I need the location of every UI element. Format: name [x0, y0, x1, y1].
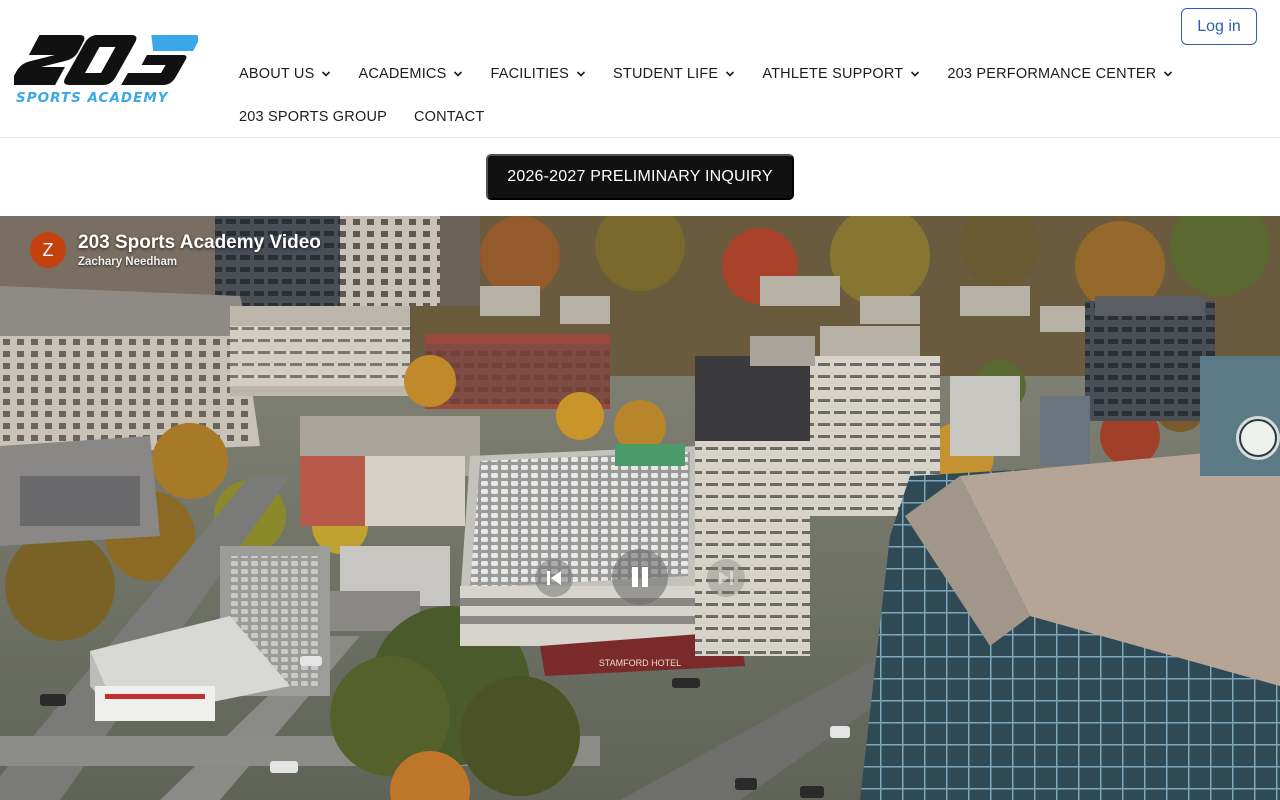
nav-label: 203 SPORTS GROUP: [239, 109, 387, 125]
next-button[interactable]: [707, 559, 745, 597]
previous-button[interactable]: [535, 559, 573, 597]
pause-button[interactable]: [612, 549, 668, 605]
primary-nav: ABOUT US ACADEMICS FACILITIES STUDENT LI…: [239, 66, 1200, 82]
logo-tagline: SPORTS ACADEMY: [16, 90, 169, 106]
nav-academics[interactable]: ACADEMICS: [358, 66, 463, 82]
nav-label: 203 PERFORMANCE CENTER: [947, 66, 1157, 82]
site-logo[interactable]: SPORTS ACADEMY: [14, 33, 198, 107]
nav-sports-group[interactable]: 203 SPORTS GROUP: [239, 109, 387, 125]
nav-label: FACILITIES: [490, 66, 570, 82]
nav-contact[interactable]: CONTACT: [414, 109, 484, 125]
nav-student-life[interactable]: STUDENT LIFE: [613, 66, 735, 82]
chevron-down-icon: [454, 71, 463, 77]
aerial-city-thumbnail: STAMFORD HOTEL: [0, 216, 1280, 800]
site-header: SPORTS ACADEMY Log in ABOUT US ACADEMICS…: [0, 0, 1280, 138]
nav-athlete-support[interactable]: ATHLETE SUPPORT: [762, 66, 920, 82]
nav-performance-center[interactable]: 203 PERFORMANCE CENTER: [947, 66, 1173, 82]
nav-label: ATHLETE SUPPORT: [762, 66, 904, 82]
previous-icon: [547, 571, 561, 585]
nav-label: ACADEMICS: [358, 66, 447, 82]
secondary-nav: 203 SPORTS GROUP CONTACT: [239, 109, 511, 125]
nav-label: STUDENT LIFE: [613, 66, 719, 82]
chevron-down-icon: [576, 71, 586, 77]
stamford-hotel-sign: STAMFORD HOTEL: [599, 658, 681, 668]
nav-about-us[interactable]: ABOUT US: [239, 66, 331, 82]
video-author: Zachary Needham: [78, 256, 178, 268]
next-icon: [719, 571, 733, 585]
chevron-down-icon: [726, 71, 735, 77]
video-title[interactable]: 203 Sports Academy Video: [78, 232, 321, 254]
channel-avatar[interactable]: Z: [30, 232, 66, 268]
preliminary-inquiry-button[interactable]: 2026-2027 PRELIMINARY INQUIRY: [486, 154, 794, 200]
login-button[interactable]: Log in: [1181, 8, 1257, 45]
chevron-down-icon: [322, 71, 331, 77]
video-player[interactable]: STAMFORD HOTEL Z 203 Sports Academy Vide…: [0, 216, 1280, 800]
pause-icon: [632, 567, 648, 587]
video-title-bar: Z 203 Sports Academy Video Zachary Needh…: [30, 232, 321, 268]
nav-label: ABOUT US: [239, 66, 315, 82]
nav-label: CONTACT: [413, 109, 485, 125]
nav-facilities[interactable]: FACILITIES: [490, 66, 586, 82]
video-text: 203 Sports Academy Video Zachary Needham: [78, 232, 321, 268]
chevron-down-icon: [1164, 71, 1173, 77]
logo-mark-icon: [14, 35, 198, 85]
chevron-down-icon: [911, 71, 920, 77]
